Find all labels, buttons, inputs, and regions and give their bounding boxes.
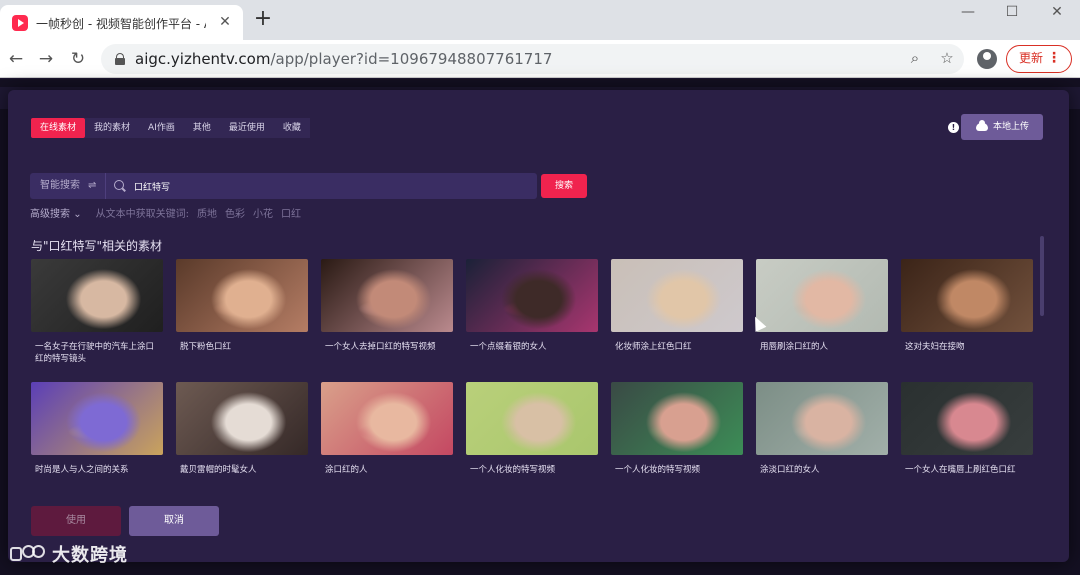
tab-my-material[interactable]: 我的素材 bbox=[85, 118, 140, 138]
results-title: 与"口红特写"相关的素材 bbox=[31, 239, 163, 253]
material-thumbnail[interactable] bbox=[31, 382, 163, 455]
material-thumbnail[interactable] bbox=[176, 259, 308, 332]
tab-other[interactable]: 其他 bbox=[183, 118, 220, 138]
browser-toolbar: ← → ↻ aigc.yizhentv.com/app/player?id=10… bbox=[0, 40, 1080, 78]
maximize-icon[interactable]: ☐ bbox=[997, 4, 1027, 24]
material-thumbnail[interactable] bbox=[466, 259, 598, 332]
material-thumbnail[interactable] bbox=[901, 382, 1033, 455]
url-text: aigc.yizhentv.com/app/player?id=10967948… bbox=[135, 50, 553, 68]
keyword-tag[interactable]: 小花 bbox=[253, 205, 273, 220]
material-caption: 化妆师涂上红色口红 bbox=[615, 342, 692, 352]
material-caption: 一个人化妆的特写视频 bbox=[615, 465, 701, 475]
browser-tabbar: 一帧秒创 - 视频智能创作平台 - A ✕ + — ☐ ✕ bbox=[0, 0, 1080, 40]
material-picker-modal: 在线素材 我的素材 AI作画 其他 最近使用 收藏 ! 本地上传 智能搜索 ⇌ … bbox=[8, 90, 1069, 562]
keyword-tag[interactable]: 色彩 bbox=[225, 205, 245, 220]
material-caption: 一个人化妆的特写视频 bbox=[470, 465, 556, 475]
material-caption: 一个女人在嘴唇上刷红色口红 bbox=[905, 465, 1016, 475]
keyword-hint: 从文本中获取关键词: bbox=[95, 208, 189, 220]
profile-icon[interactable] bbox=[977, 49, 997, 69]
material-thumbnail[interactable] bbox=[176, 382, 308, 455]
search-bar: 智能搜索 ⇌ bbox=[30, 173, 537, 199]
browser-tab[interactable]: 一帧秒创 - 视频智能创作平台 - A ✕ bbox=[0, 5, 243, 40]
results-scrollbar[interactable] bbox=[1040, 236, 1044, 316]
advanced-search-row: 高级搜索 ⌄ 从文本中获取关键词: 质地 色彩 小花 口红 bbox=[30, 205, 309, 220]
search-input[interactable] bbox=[134, 173, 524, 199]
zoom-icon[interactable]: ⌕ bbox=[905, 49, 925, 69]
advanced-search-toggle[interactable]: 高级搜索 ⌄ bbox=[30, 205, 82, 220]
back-icon[interactable]: ← bbox=[4, 47, 28, 71]
material-caption: 一个女人去掉口红的特写视频 bbox=[325, 342, 436, 352]
material-thumbnail[interactable] bbox=[756, 259, 888, 332]
tab-favorites[interactable]: 收藏 bbox=[273, 118, 310, 138]
swap-icon: ⇌ bbox=[88, 180, 97, 191]
new-tab-icon[interactable]: + bbox=[253, 8, 273, 30]
forward-icon[interactable]: → bbox=[34, 47, 58, 71]
material-caption: 脱下粉色口红 bbox=[180, 342, 232, 352]
search-icon bbox=[114, 180, 124, 190]
tab-ai-painting[interactable]: AI作画 bbox=[139, 118, 184, 138]
watermark-logo-icon bbox=[10, 543, 48, 565]
material-caption: 涂口红的人 bbox=[325, 465, 368, 475]
bookmark-star-icon[interactable]: ☆ bbox=[937, 49, 957, 69]
menu-dots-icon: ⋮ bbox=[1047, 50, 1061, 66]
update-button[interactable]: 更新 ⋮ bbox=[1006, 45, 1072, 73]
keyword-tag[interactable]: 质地 bbox=[197, 205, 217, 220]
local-upload-button[interactable]: 本地上传 bbox=[961, 114, 1043, 140]
material-thumbnail[interactable] bbox=[31, 259, 163, 332]
watermark-text: 大数跨境 bbox=[52, 545, 128, 566]
tab-recent[interactable]: 最近使用 bbox=[219, 118, 274, 138]
reload-icon[interactable]: ↻ bbox=[66, 47, 90, 71]
watermark: 大数跨境 bbox=[10, 541, 128, 567]
search-button[interactable]: 搜索 bbox=[541, 174, 587, 198]
search-mode-select[interactable]: 智能搜索 ⇌ bbox=[30, 173, 106, 199]
info-icon[interactable]: ! bbox=[948, 122, 959, 133]
material-caption: 一个点缀着银的女人 bbox=[470, 342, 547, 352]
material-caption: 时尚是人与人之间的关系 bbox=[35, 465, 129, 475]
keyword-tag[interactable]: 口红 bbox=[281, 205, 301, 220]
material-caption: 戴贝雷帽的时髦女人 bbox=[180, 465, 257, 475]
material-caption: 一名女子在行驶中的汽车上涂口红的特写镜头 bbox=[35, 342, 155, 364]
window-close-icon[interactable]: ✕ bbox=[1042, 4, 1072, 24]
material-thumbnail[interactable] bbox=[901, 259, 1033, 332]
material-thumbnail[interactable] bbox=[466, 382, 598, 455]
tab-online-material[interactable]: 在线素材 bbox=[31, 118, 86, 138]
minimize-icon[interactable]: — bbox=[953, 4, 983, 24]
material-caption: 涂淡口红的女人 bbox=[760, 465, 820, 475]
material-thumbnail[interactable] bbox=[611, 382, 743, 455]
use-button[interactable]: 使用 bbox=[31, 506, 121, 536]
material-caption: 用唇刷涂口红的人 bbox=[760, 342, 829, 352]
site-favicon-icon bbox=[12, 15, 28, 31]
material-tabs: 在线素材 我的素材 AI作画 其他 最近使用 收藏 bbox=[31, 118, 310, 138]
material-thumbnail[interactable] bbox=[321, 259, 453, 332]
close-tab-icon[interactable]: ✕ bbox=[216, 13, 234, 31]
cancel-button[interactable]: 取消 bbox=[129, 506, 219, 536]
address-bar[interactable]: aigc.yizhentv.com/app/player?id=10967948… bbox=[101, 44, 964, 74]
material-thumbnail[interactable] bbox=[611, 259, 743, 332]
chevron-down-icon: ⌄ bbox=[73, 208, 82, 220]
cloud-upload-icon bbox=[976, 120, 988, 131]
material-thumbnail[interactable] bbox=[756, 382, 888, 455]
material-thumbnail[interactable] bbox=[321, 382, 453, 455]
lock-icon bbox=[115, 53, 125, 65]
material-caption: 这对夫妇在接吻 bbox=[905, 342, 965, 352]
tab-title: 一帧秒创 - 视频智能创作平台 - A bbox=[36, 17, 206, 31]
